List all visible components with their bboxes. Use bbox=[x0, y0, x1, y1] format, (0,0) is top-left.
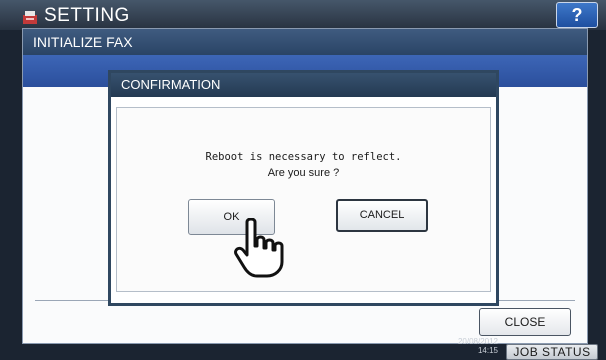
app-title: SETTING bbox=[44, 5, 130, 26]
message-line-1: Reboot is necessary to reflect. bbox=[205, 151, 402, 163]
message-line-2: Are you sure ? bbox=[267, 167, 340, 179]
cancel-button[interactable]: CANCEL bbox=[336, 199, 428, 232]
setting-icon bbox=[23, 11, 37, 24]
confirmation-dialog: CONFIRMATION Reboot is necessary to refl… bbox=[108, 70, 499, 306]
dialog-title: INITIALIZE FAX bbox=[33, 34, 133, 50]
close-button[interactable]: CLOSE bbox=[479, 308, 571, 336]
help-button[interactable]: ? bbox=[556, 2, 598, 28]
hand-pointer-icon bbox=[234, 218, 284, 278]
confirmation-title-bar: CONFIRMATION bbox=[111, 73, 496, 97]
date-text: 20/08/2012 bbox=[457, 337, 498, 346]
top-bar: SETTING ? bbox=[0, 0, 606, 30]
dialog-title-bar: INITIALIZE FAX bbox=[23, 29, 587, 55]
confirmation-title: CONFIRMATION bbox=[121, 77, 221, 92]
confirmation-body: Reboot is necessary to reflect. Are you … bbox=[116, 107, 491, 292]
time-text: 14:15 bbox=[477, 346, 498, 355]
date-time: 20/08/2012 14:15 bbox=[432, 337, 498, 355]
